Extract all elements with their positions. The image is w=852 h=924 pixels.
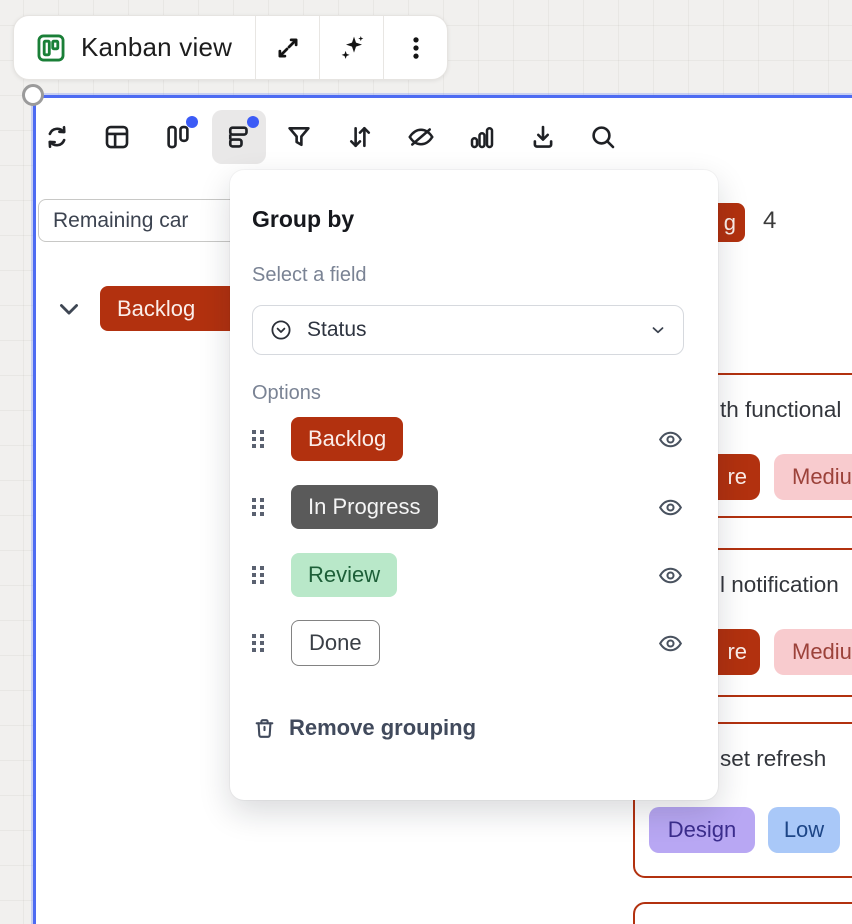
drag-handle-icon[interactable] (252, 634, 267, 652)
expand-icon[interactable] (256, 16, 319, 79)
visibility-eye-icon[interactable] (657, 494, 684, 521)
group-by-popover: Group by Select a field Status Options B… (230, 170, 718, 800)
more-menu-icon[interactable] (384, 16, 447, 79)
drag-handle-icon[interactable] (252, 498, 267, 516)
visibility-eye-icon[interactable] (657, 562, 684, 589)
layout-view-icon[interactable] (90, 110, 144, 164)
chart-icon[interactable] (455, 110, 509, 164)
visibility-eye-icon[interactable] (657, 426, 684, 453)
kanban-card[interactable] (633, 902, 852, 924)
option-badge: Backlog (291, 417, 403, 461)
widget-toolbar: Kanban view (13, 15, 448, 80)
option-badge: In Progress (291, 485, 438, 529)
options-label: Options (252, 382, 684, 405)
option-badge: Done (291, 620, 380, 666)
option-row-in-progress[interactable]: In Progress (252, 473, 684, 541)
filter-icon[interactable] (272, 110, 326, 164)
widget-title-button[interactable]: Kanban view (14, 16, 255, 79)
card-title: set refresh (720, 746, 852, 772)
column-card-count: 4 (763, 207, 776, 235)
sort-icon[interactable] (333, 110, 387, 164)
canvas[interactable]: th functional re Mediu l notification re… (0, 0, 852, 924)
status-field-icon (269, 318, 293, 342)
field-select-value: Status (307, 318, 635, 342)
remove-grouping-label: Remove grouping (289, 715, 476, 741)
notification-dot (247, 116, 259, 128)
notification-dot (186, 116, 198, 128)
hide-fields-icon[interactable] (394, 110, 448, 164)
kanban-logo-icon (34, 31, 68, 65)
refresh-icon[interactable] (30, 110, 84, 164)
option-badge: Review (291, 553, 397, 597)
option-row-backlog[interactable]: Backlog (252, 405, 684, 473)
export-icon[interactable] (516, 110, 570, 164)
trash-icon (252, 716, 277, 741)
widget-title: Kanban view (81, 32, 232, 63)
search-icon[interactable] (576, 110, 630, 164)
card-priority-badge: Low (768, 807, 840, 853)
popover-title: Group by (252, 206, 684, 233)
card-priority-badge: Mediu (774, 629, 852, 675)
kanban-columns-icon[interactable] (151, 110, 205, 164)
select-field-label: Select a field (252, 264, 684, 287)
filter-input-value: Remaining car (53, 209, 188, 233)
card-title: l notification (720, 572, 852, 598)
group-by-icon[interactable] (212, 110, 266, 164)
card-title: th functional (720, 397, 852, 423)
sparkle-ai-icon[interactable] (320, 16, 383, 79)
chevron-down-icon (649, 321, 667, 339)
card-tag-badge: Design (649, 807, 755, 853)
option-row-done[interactable]: Done (252, 609, 684, 677)
card-priority-badge: Mediu (774, 454, 852, 500)
group-label-badge[interactable]: Backlog (100, 286, 242, 331)
visibility-eye-icon[interactable] (657, 630, 684, 657)
remove-grouping-button[interactable]: Remove grouping (252, 715, 684, 741)
chevron-down-icon[interactable] (55, 295, 83, 323)
selection-handle[interactable] (22, 84, 44, 106)
drag-handle-icon[interactable] (252, 566, 267, 584)
field-select-dropdown[interactable]: Status (252, 305, 684, 355)
option-row-review[interactable]: Review (252, 541, 684, 609)
drag-handle-icon[interactable] (252, 430, 267, 448)
